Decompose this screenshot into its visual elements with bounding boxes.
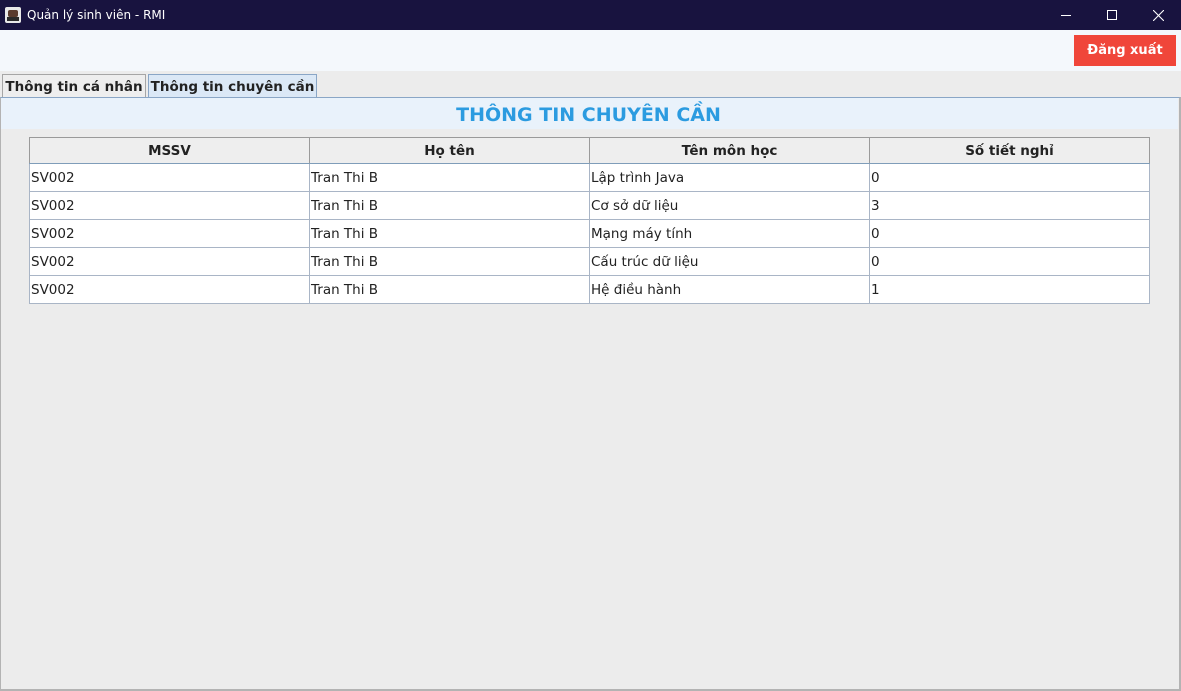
- cell-full-name[interactable]: Tran Thi B: [309, 247, 590, 276]
- table-header-row: MSSV Họ tên Tên môn học Số tiết nghỉ: [29, 137, 1150, 164]
- column-header-absent-periods[interactable]: Số tiết nghỉ: [869, 137, 1150, 164]
- column-header-full-name[interactable]: Họ tên: [309, 137, 590, 164]
- close-button[interactable]: [1135, 0, 1181, 30]
- attendance-table[interactable]: MSSV Họ tên Tên môn học Số tiết nghỉ SV0…: [29, 137, 1150, 304]
- cell-subject-name[interactable]: Cấu trúc dữ liệu: [589, 247, 870, 276]
- cell-full-name[interactable]: Tran Thi B: [309, 219, 590, 248]
- cell-mssv[interactable]: SV002: [29, 191, 310, 220]
- cell-absent-periods[interactable]: 0: [869, 219, 1150, 248]
- cell-mssv[interactable]: SV002: [29, 219, 310, 248]
- column-header-mssv[interactable]: MSSV: [29, 137, 310, 164]
- maximize-button[interactable]: [1089, 0, 1135, 30]
- cell-full-name[interactable]: Tran Thi B: [309, 163, 590, 192]
- tab-personal-info[interactable]: Thông tin cá nhân: [2, 74, 146, 98]
- cell-absent-periods[interactable]: 1: [869, 275, 1150, 304]
- close-icon: [1152, 9, 1164, 21]
- cell-mssv[interactable]: SV002: [29, 163, 310, 192]
- title-bar: Quản lý sinh viên - RMI: [0, 0, 1181, 30]
- table-row[interactable]: SV002 Tran Thi B Lập trình Java 0: [29, 163, 1150, 192]
- cell-absent-periods[interactable]: 0: [869, 247, 1150, 276]
- cell-mssv[interactable]: SV002: [29, 275, 310, 304]
- window-title: Quản lý sinh viên - RMI: [27, 8, 166, 22]
- cell-subject-name[interactable]: Mạng máy tính: [589, 219, 870, 248]
- column-header-subject-name[interactable]: Tên môn học: [589, 137, 870, 164]
- tab-attendance-info[interactable]: Thông tin chuyên cần: [148, 74, 317, 98]
- section-title: THÔNG TIN CHUYÊN CẦN: [456, 104, 721, 126]
- table-row[interactable]: SV002 Tran Thi B Cấu trúc dữ liệu 0: [29, 247, 1150, 276]
- table-row[interactable]: SV002 Tran Thi B Hệ điều hành 1: [29, 275, 1150, 304]
- header-bar: [0, 30, 1181, 71]
- cell-subject-name[interactable]: Hệ điều hành: [589, 275, 870, 304]
- minimize-button[interactable]: [1043, 0, 1089, 30]
- cell-subject-name[interactable]: Cơ sở dữ liệu: [589, 191, 870, 220]
- app-icon: [5, 7, 21, 23]
- cell-mssv[interactable]: SV002: [29, 247, 310, 276]
- cell-absent-periods[interactable]: 3: [869, 191, 1150, 220]
- cell-subject-name[interactable]: Lập trình Java: [589, 163, 870, 192]
- table-row[interactable]: SV002 Tran Thi B Cơ sở dữ liệu 3: [29, 191, 1150, 220]
- table-row[interactable]: SV002 Tran Thi B Mạng máy tính 0: [29, 219, 1150, 248]
- minimize-icon: [1061, 15, 1071, 16]
- cell-absent-periods[interactable]: 0: [869, 163, 1150, 192]
- maximize-icon: [1107, 10, 1117, 20]
- logout-button[interactable]: Đăng xuất: [1074, 35, 1176, 66]
- cell-full-name[interactable]: Tran Thi B: [309, 275, 590, 304]
- cell-full-name[interactable]: Tran Thi B: [309, 191, 590, 220]
